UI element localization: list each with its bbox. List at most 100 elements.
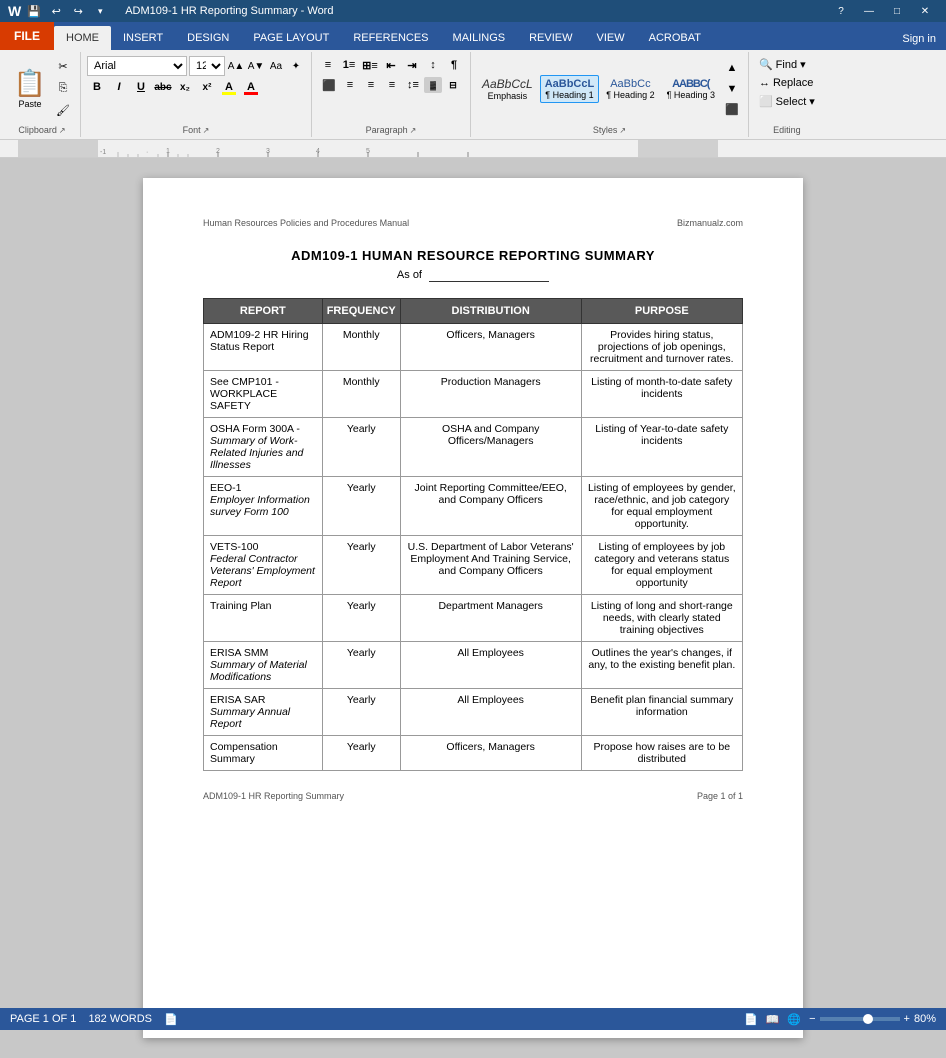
- style-emphasis[interactable]: AaBbCcL Emphasis: [477, 74, 538, 104]
- zoom-level: 80%: [914, 1013, 936, 1025]
- purpose-cell: Outlines the year's changes, if any, to …: [581, 642, 742, 689]
- shading-button[interactable]: ▓: [424, 77, 442, 93]
- tab-home[interactable]: HOME: [54, 26, 111, 50]
- subscript-button[interactable]: x₂: [175, 78, 195, 96]
- align-center-button[interactable]: ≡: [340, 76, 360, 94]
- redo-qat-btn[interactable]: ↪: [69, 2, 87, 20]
- style-heading1-label: ¶ Heading 1: [545, 90, 593, 100]
- zoom-thumb: [863, 1014, 873, 1024]
- font-family-select[interactable]: Arial: [87, 56, 187, 76]
- cut-button[interactable]: ✂: [52, 58, 74, 76]
- doc-asof: As of: [203, 269, 743, 282]
- sort-button[interactable]: ↕: [423, 56, 443, 74]
- borders-button[interactable]: ⊟: [443, 76, 463, 94]
- bullets-button[interactable]: ≡: [318, 56, 338, 74]
- clipboard-expander[interactable]: ↗: [59, 126, 66, 135]
- view-reading-icon[interactable]: 📖: [766, 1013, 780, 1026]
- paragraph-expander[interactable]: ↗: [410, 126, 417, 135]
- tab-page-layout[interactable]: PAGE LAYOUT: [241, 26, 341, 50]
- page: Human Resources Policies and Procedures …: [143, 178, 803, 1038]
- italic-button[interactable]: I: [109, 78, 129, 96]
- style-heading2[interactable]: AaBbCc ¶ Heading 2: [601, 75, 659, 103]
- sign-in[interactable]: Sign in: [892, 28, 946, 50]
- table-row: Training Plan Yearly Department Managers…: [204, 595, 743, 642]
- replace-label: Replace: [773, 77, 813, 89]
- text-highlight-button[interactable]: A: [219, 78, 239, 96]
- line-spacing-button[interactable]: ↕≡: [403, 76, 423, 94]
- undo-qat-btn[interactable]: ↩: [47, 2, 65, 20]
- select-button[interactable]: ⬜ Select ▾: [755, 93, 819, 110]
- style-heading3-preview: AABBC(: [672, 78, 709, 90]
- replace-icon: ↔: [759, 77, 770, 89]
- tab-acrobat[interactable]: ACROBAT: [637, 26, 713, 50]
- footer-right: Page 1 of 1: [697, 791, 743, 801]
- distribution-cell: All Employees: [400, 689, 581, 736]
- table-row: ERISA SMM Summary of Material Modificati…: [204, 642, 743, 689]
- styles-scroll-up[interactable]: ▲: [722, 59, 742, 77]
- tab-references[interactable]: REFERENCES: [341, 26, 440, 50]
- superscript-button[interactable]: x²: [197, 78, 217, 96]
- close-btn[interactable]: ✕: [912, 2, 938, 20]
- underline-button[interactable]: U: [131, 78, 151, 96]
- multilevel-list-button[interactable]: ⊞≡: [360, 56, 380, 74]
- tab-design[interactable]: DESIGN: [175, 26, 241, 50]
- minimize-btn[interactable]: —: [856, 2, 882, 20]
- font-label: Font ↗: [183, 125, 210, 135]
- style-heading1[interactable]: AaBbCcL ¶ Heading 1: [540, 75, 600, 103]
- zoom-control: − + 80%: [809, 1013, 936, 1025]
- maximize-btn[interactable]: □: [884, 2, 910, 20]
- file-tab[interactable]: FILE: [0, 22, 54, 50]
- bold-button[interactable]: B: [87, 78, 107, 96]
- styles-more[interactable]: ⬛: [722, 101, 742, 119]
- table-row: ADM109-2 HR Hiring Status Report Monthly…: [204, 324, 743, 371]
- decrease-indent-button[interactable]: ⇤: [381, 56, 401, 74]
- report-table: REPORT FREQUENCY DISTRIBUTION PURPOSE AD…: [203, 298, 743, 771]
- zoom-in-btn[interactable]: +: [904, 1013, 910, 1025]
- increase-indent-button[interactable]: ⇥: [402, 56, 422, 74]
- align-right-button[interactable]: ≡: [361, 76, 381, 94]
- view-print-icon[interactable]: 📄: [744, 1013, 758, 1026]
- numbering-button[interactable]: 1≡: [339, 56, 359, 74]
- decrease-font-btn[interactable]: A▼: [247, 57, 265, 75]
- page-footer: ADM109-1 HR Reporting Summary Page 1 of …: [203, 791, 743, 801]
- svg-text:5: 5: [366, 148, 370, 155]
- report-cell: EEO-1 Employer Information survey Form 1…: [204, 477, 323, 536]
- style-heading3[interactable]: AABBC( ¶ Heading 3: [662, 75, 720, 103]
- view-web-icon[interactable]: 🌐: [787, 1013, 801, 1026]
- doc-title[interactable]: ADM109-1 HUMAN RESOURCE REPORTING SUMMAR…: [203, 248, 743, 263]
- zoom-slider[interactable]: [820, 1017, 900, 1021]
- proofing-icon[interactable]: 📄: [164, 1013, 178, 1026]
- increase-font-btn[interactable]: A▲: [227, 57, 245, 75]
- customize-qat-btn[interactable]: ▾: [91, 2, 109, 20]
- zoom-out-btn[interactable]: −: [809, 1013, 815, 1025]
- purpose-cell: Listing of employees by gender, race/eth…: [581, 477, 742, 536]
- save-qat-btn[interactable]: 💾: [25, 2, 43, 20]
- styles-scroll: ▲ ▼ ⬛: [722, 59, 742, 119]
- find-icon: 🔍: [759, 58, 773, 71]
- word-count: 182 WORDS: [88, 1013, 152, 1025]
- table-row: See CMP101 - WORKPLACE SAFETY Monthly Pr…: [204, 371, 743, 418]
- format-painter-button[interactable]: 🖌: [52, 101, 74, 119]
- align-left-button[interactable]: ⬛: [319, 76, 339, 94]
- change-case-btn[interactable]: Aa: [267, 57, 285, 75]
- styles-scroll-down[interactable]: ▼: [722, 80, 742, 98]
- clear-formatting-btn[interactable]: ✦: [287, 57, 305, 75]
- paste-button[interactable]: 📋 Paste: [10, 56, 50, 121]
- tab-view[interactable]: VIEW: [585, 26, 637, 50]
- replace-button[interactable]: ↔ Replace: [755, 75, 819, 91]
- svg-text:3: 3: [266, 148, 270, 155]
- purpose-cell: Listing of long and short-range needs, w…: [581, 595, 742, 642]
- justify-button[interactable]: ≡: [382, 76, 402, 94]
- tab-review[interactable]: REVIEW: [517, 26, 584, 50]
- find-button[interactable]: 🔍 Find ▾: [755, 56, 819, 73]
- tab-insert[interactable]: INSERT: [111, 26, 175, 50]
- copy-button[interactable]: ⎘: [52, 79, 74, 97]
- tab-mailings[interactable]: MAILINGS: [441, 26, 518, 50]
- styles-expander[interactable]: ↗: [619, 126, 626, 135]
- font-expander[interactable]: ↗: [203, 126, 210, 135]
- help-btn[interactable]: ?: [828, 2, 854, 20]
- strikethrough-button[interactable]: abc: [153, 78, 173, 96]
- font-size-select[interactable]: 12: [189, 56, 225, 76]
- show-formatting-button[interactable]: ¶: [444, 56, 464, 74]
- text-color-button[interactable]: A: [241, 78, 261, 96]
